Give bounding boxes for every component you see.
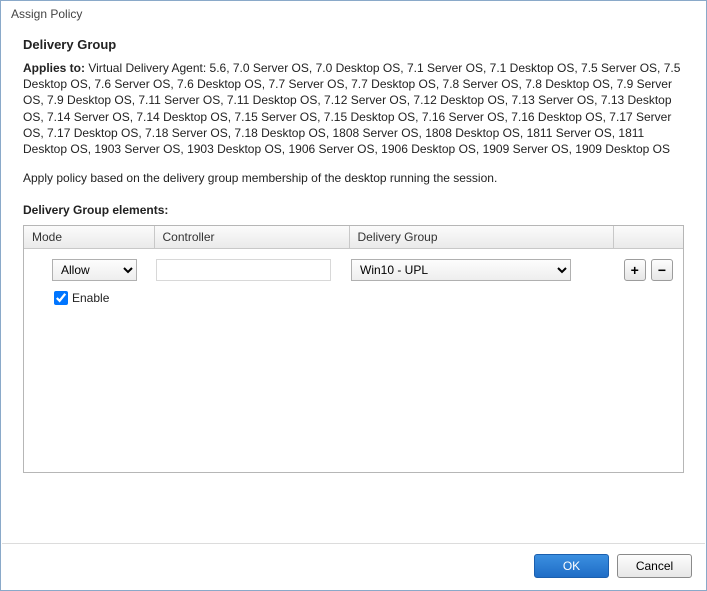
grid-header: Mode Controller Delivery Group: [24, 226, 683, 249]
dialog-content: Delivery Group Applies to: Virtual Deliv…: [1, 23, 706, 479]
applies-to-label: Applies to:: [23, 61, 85, 75]
table-row: Allow Win10 - UPL + −: [32, 259, 675, 281]
delivery-group-select[interactable]: Win10 - UPL: [351, 259, 571, 281]
section-heading: Delivery Group: [23, 37, 684, 52]
enable-row: Enable: [32, 281, 675, 305]
elements-heading: Delivery Group elements:: [23, 203, 684, 217]
enable-label: Enable: [72, 291, 109, 305]
grid-body: Allow Win10 - UPL + − Enable: [24, 249, 683, 315]
applies-to-block: Applies to: Virtual Delivery Agent: 5.6,…: [23, 60, 684, 157]
column-header-actions: [613, 226, 683, 249]
mode-select[interactable]: Allow: [52, 259, 137, 281]
elements-grid: Mode Controller Delivery Group Allow: [23, 225, 684, 473]
window-title: Assign Policy: [1, 1, 706, 23]
column-header-controller[interactable]: Controller: [154, 226, 349, 249]
enable-checkbox[interactable]: [54, 291, 68, 305]
cancel-button[interactable]: Cancel: [617, 554, 692, 578]
column-header-delivery-group[interactable]: Delivery Group: [349, 226, 613, 249]
controller-input[interactable]: [156, 259, 331, 281]
dialog-footer: OK Cancel: [534, 554, 692, 578]
ok-button[interactable]: OK: [534, 554, 609, 578]
policy-description: Apply policy based on the delivery group…: [23, 171, 684, 185]
add-row-button[interactable]: +: [624, 259, 646, 281]
footer-separator: [2, 543, 705, 544]
remove-row-button[interactable]: −: [651, 259, 673, 281]
applies-to-text: Virtual Delivery Agent: 5.6, 7.0 Server …: [23, 61, 680, 156]
column-header-mode[interactable]: Mode: [24, 226, 154, 249]
